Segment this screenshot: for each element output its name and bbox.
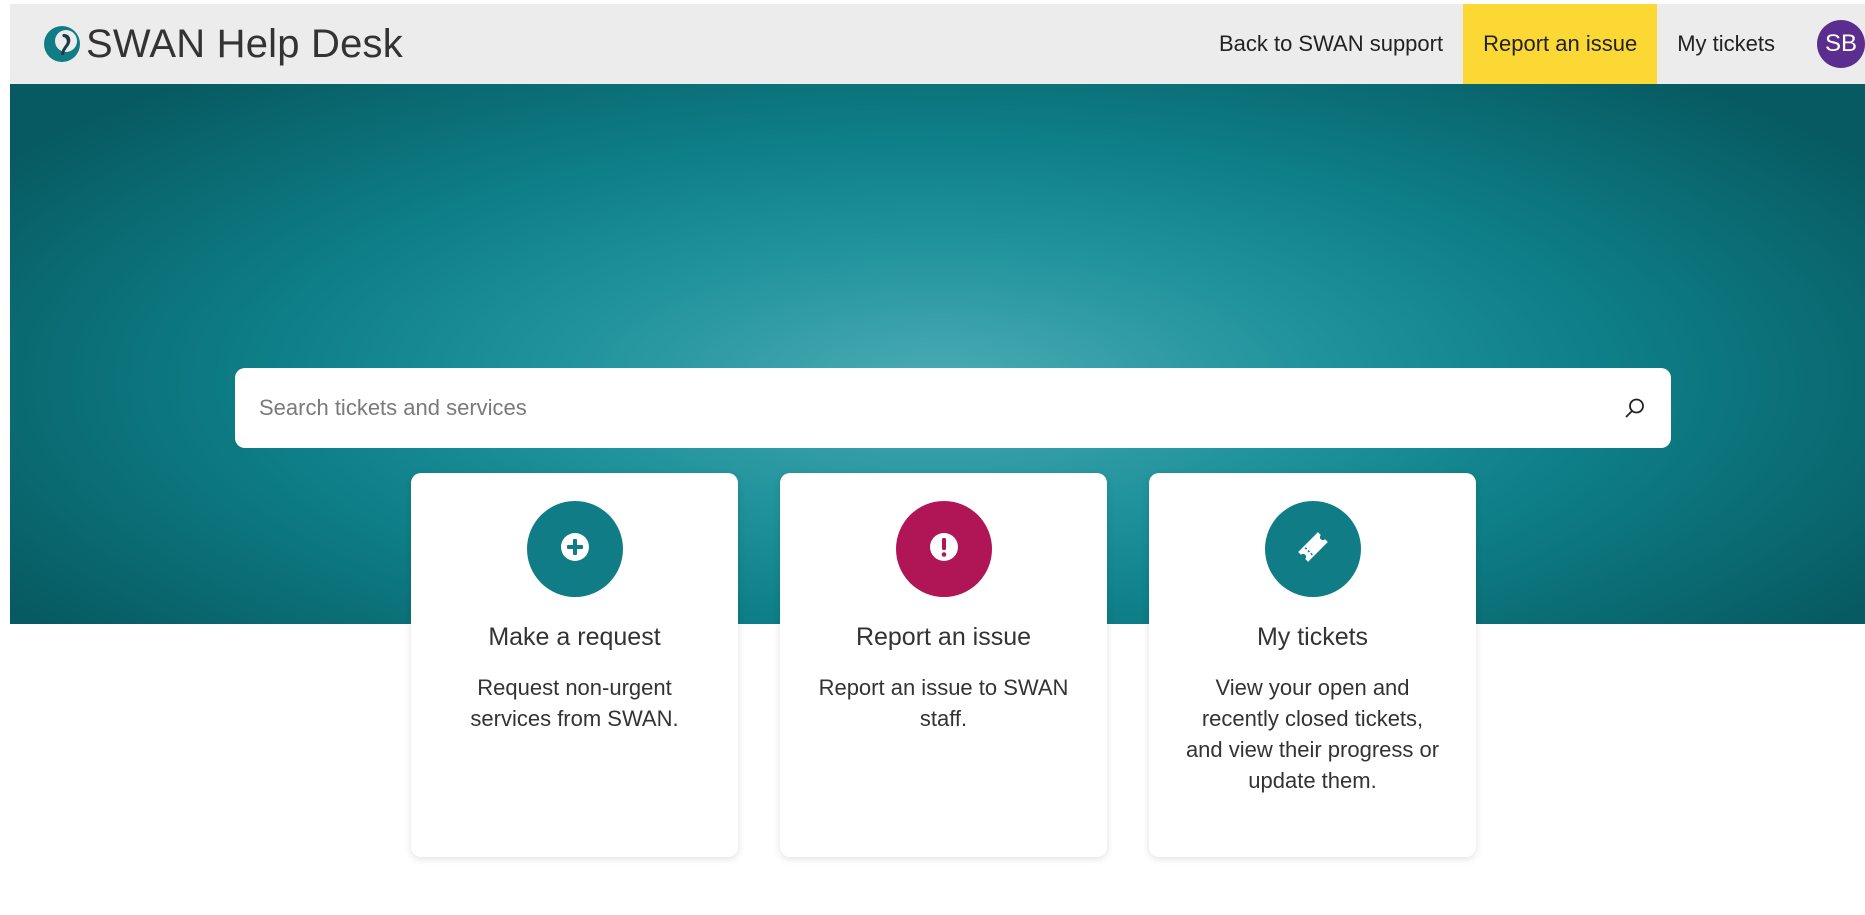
card-title: My tickets — [1256, 623, 1369, 651]
exclamation-circle-icon — [928, 531, 960, 568]
swan-logo-icon — [42, 24, 82, 64]
user-avatar[interactable]: SB — [1817, 20, 1865, 68]
site-title: SWAN Help Desk — [86, 21, 403, 66]
ticket-icon — [1293, 527, 1333, 572]
brand[interactable]: SWAN Help Desk — [42, 4, 403, 84]
nav-back-to-swan-support[interactable]: Back to SWAN support — [1199, 4, 1463, 84]
header-nav: Back to SWAN support Report an issue My … — [1199, 4, 1865, 84]
nav-my-tickets[interactable]: My tickets — [1657, 4, 1795, 84]
card-icon-circle — [526, 501, 623, 597]
card-icon-circle — [1264, 501, 1361, 597]
card-report-an-issue[interactable]: Report an issue Report an issue to SWAN … — [780, 473, 1107, 857]
search-icon[interactable] — [1621, 394, 1649, 422]
card-title: Report an issue — [855, 623, 1032, 651]
card-title: Make a request — [488, 623, 661, 651]
page: SWAN Help Desk Back to SWAN support Repo… — [0, 0, 1865, 915]
search-bar — [235, 368, 1671, 448]
card-description: View your open and recently closed ticke… — [1185, 675, 1440, 793]
top-nav-bar: SWAN Help Desk Back to SWAN support Repo… — [10, 4, 1865, 84]
nav-report-an-issue[interactable]: Report an issue — [1463, 4, 1658, 84]
card-description: Request non-urgent services from SWAN. — [470, 675, 679, 731]
card-description: Report an issue to SWAN staff. — [818, 675, 1069, 731]
card-make-a-request[interactable]: Make a request Request non-urgent servic… — [411, 473, 738, 857]
search-input[interactable] — [257, 394, 1621, 422]
card-icon-circle — [895, 501, 992, 597]
card-my-tickets[interactable]: My tickets View your open and recently c… — [1149, 473, 1476, 857]
plus-circle-icon — [559, 531, 591, 568]
